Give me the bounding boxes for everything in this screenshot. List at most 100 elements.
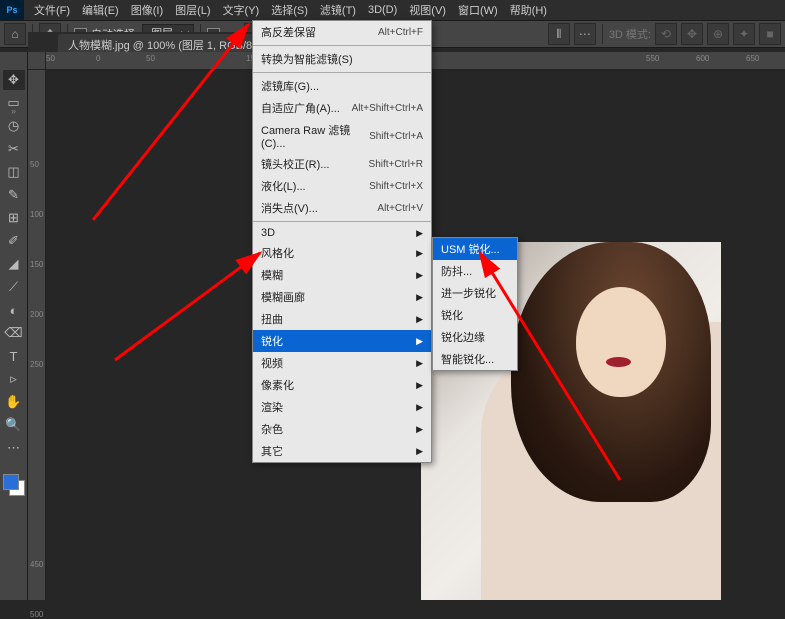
- menu-layer[interactable]: 图层(L): [169, 0, 216, 20]
- filter-menu-item[interactable]: 自适应广角(A)... Alt+Shift+Ctrl+A: [253, 97, 431, 119]
- filter-menu-item[interactable]: 杂色 ▶: [253, 418, 431, 440]
- dolly-icon[interactable]: ⊕: [707, 23, 729, 45]
- eyedropper-tool[interactable]: ✎: [3, 185, 25, 205]
- chevron-right-icon: ▶: [416, 314, 423, 325]
- menu-filter[interactable]: 滤镜(T): [314, 0, 362, 20]
- gradient-tool[interactable]: ◐: [3, 300, 25, 320]
- type-tool[interactable]: T: [3, 346, 25, 366]
- home-icon[interactable]: ⌂: [4, 23, 26, 45]
- menu-select[interactable]: 选择(S): [265, 0, 314, 20]
- app-logo: Ps: [0, 0, 24, 20]
- orbit-icon[interactable]: ⟲: [655, 23, 677, 45]
- filter-menu-item[interactable]: 扭曲▶: [253, 308, 431, 330]
- menu-window[interactable]: 窗口(W): [452, 0, 504, 20]
- sharpen-menu-item[interactable]: 锐化: [433, 304, 517, 326]
- chevron-right-icon: ▶: [416, 402, 423, 413]
- menu-text[interactable]: 文字(Y): [217, 0, 266, 20]
- menubar: Ps 文件(F) 编辑(E) 图像(I) 图层(L) 文字(Y) 选择(S) 滤…: [0, 0, 785, 20]
- menu-item-label: 自适应广角(A)...: [261, 100, 340, 116]
- lasso-tool[interactable]: ◷: [3, 116, 25, 136]
- menu-item-label: 模糊画廊: [261, 289, 305, 305]
- brush-tool[interactable]: ✐: [3, 231, 25, 251]
- chevron-right-icon: ▶: [416, 358, 423, 369]
- history-brush-tool[interactable]: ⟋: [3, 277, 25, 297]
- mode-3d-label: 3D 模式:: [609, 26, 651, 42]
- filter-menu-item[interactable]: Camera Raw 滤镜(C)...Shift+Ctrl+A: [253, 119, 431, 153]
- filter-menu-item[interactable]: 镜头校正(R)... Shift+Ctrl+R: [253, 153, 431, 175]
- sharpen-menu-item[interactable]: 进一步锐化: [433, 282, 517, 304]
- sharpen-submenu: USM 锐化...防抖...进一步锐化锐化锐化边缘智能锐化...: [432, 237, 518, 371]
- tools-panel: » ✥ ▭ ◷ ✂ ◫ ✎ ⊞ ✐ ◢ ⟋ ◐ ⌫ T ▹ ✋ 🔍 ⋯: [0, 52, 28, 600]
- menu-item-label: Camera Raw 滤镜(C)...: [261, 122, 369, 150]
- menu-item-label: 高反差保留: [261, 24, 316, 40]
- more-tool[interactable]: ⋯: [3, 438, 25, 458]
- menu-edit[interactable]: 编辑(E): [76, 0, 125, 20]
- menu-shortcut: Shift+Ctrl+X: [369, 181, 423, 192]
- menu-shortcut: Shift+Ctrl+A: [369, 131, 423, 142]
- menu-item-label: 3D: [261, 227, 275, 239]
- menu-shortcut: Shift+Ctrl+R: [369, 159, 423, 170]
- filter-menu-item[interactable]: 模糊 ▶: [253, 264, 431, 286]
- menu-item-label: 其它: [261, 443, 283, 459]
- filter-dropdown-menu: 高反差保留 Alt+Ctrl+F 转换为智能滤镜(S) 滤镜库(G)... 自适应广角(…: [252, 20, 432, 463]
- heal-tool[interactable]: ⊞: [3, 208, 25, 228]
- filter-menu-item[interactable]: 液化(L)... Shift+Ctrl+X: [253, 175, 431, 197]
- hand-tool[interactable]: ✋: [3, 392, 25, 412]
- stamp-tool[interactable]: ◢: [3, 254, 25, 274]
- menu-item-label: 滤镜库(G)...: [261, 78, 319, 94]
- frame-tool[interactable]: ◫: [3, 162, 25, 182]
- chevron-icon[interactable]: »: [11, 106, 16, 116]
- filter-menu-item[interactable]: 3D▶: [253, 224, 431, 242]
- fg-color[interactable]: [3, 474, 19, 490]
- vertical-ruler[interactable]: 50100150200250450500: [28, 70, 46, 600]
- menu-image[interactable]: 图像(I): [125, 0, 169, 20]
- ruler-corner: [28, 52, 46, 70]
- filter-menu-item[interactable]: 滤镜库(G)...: [253, 75, 431, 97]
- menu-3d[interactable]: 3D(D): [362, 2, 403, 18]
- menu-item-label: 杂色: [261, 421, 283, 437]
- path-tool[interactable]: ▹: [3, 369, 25, 389]
- filter-menu-item[interactable]: 高反差保留 Alt+Ctrl+F: [253, 21, 431, 43]
- chevron-right-icon: ▶: [416, 336, 423, 347]
- distribute-icon[interactable]: ⫴: [548, 23, 570, 45]
- filter-menu-item[interactable]: 转换为智能滤镜(S): [253, 48, 431, 70]
- menu-shortcut: Alt+Shift+Ctrl+A: [352, 103, 423, 114]
- filter-menu-item[interactable]: 视频▶: [253, 352, 431, 374]
- tab-title: 人物模糊.jpg @ 100% (图层 1, RGB/8#) *: [68, 37, 269, 53]
- filter-menu-item[interactable]: 风格化 ▶: [253, 242, 431, 264]
- crop-tool[interactable]: ✂: [3, 139, 25, 159]
- menu-help[interactable]: 帮助(H): [504, 0, 553, 20]
- menu-shortcut: Alt+Ctrl+F: [378, 27, 423, 38]
- menu-file[interactable]: 文件(F): [28, 0, 76, 20]
- zoom-tool[interactable]: 🔍: [3, 415, 25, 435]
- menu-item-label: 液化(L)...: [261, 178, 306, 194]
- chevron-right-icon: ▶: [416, 446, 423, 457]
- filter-menu-item[interactable]: 渲染▶: [253, 396, 431, 418]
- chevron-right-icon: ▶: [416, 248, 423, 259]
- eraser-tool[interactable]: ⌫: [3, 323, 25, 343]
- camera-icon[interactable]: ■: [759, 23, 781, 45]
- menu-view[interactable]: 视图(V): [403, 0, 452, 20]
- filter-menu-item[interactable]: 锐化▶: [253, 330, 431, 352]
- filter-menu-item[interactable]: 像素化▶: [253, 374, 431, 396]
- menu-item-label: 消失点(V)...: [261, 200, 318, 216]
- menu-item-label: 镜头校正(R)...: [261, 156, 329, 172]
- chevron-right-icon: ▶: [416, 270, 423, 281]
- color-swatches[interactable]: [3, 474, 25, 496]
- filter-menu-item[interactable]: 消失点(V)...Alt+Ctrl+V: [253, 197, 431, 219]
- sharpen-menu-item[interactable]: 锐化边缘: [433, 326, 517, 348]
- filter-menu-item[interactable]: 其它 ▶: [253, 440, 431, 462]
- sharpen-menu-item[interactable]: 防抖...: [433, 260, 517, 282]
- menu-separator: [253, 221, 431, 222]
- sharpen-menu-item[interactable]: 智能锐化...: [433, 348, 517, 370]
- menu-item-label: 风格化: [261, 245, 294, 261]
- light-icon[interactable]: ✦: [733, 23, 755, 45]
- filter-menu-item[interactable]: 模糊画廊▶: [253, 286, 431, 308]
- more-icon[interactable]: ⋯: [574, 23, 596, 45]
- pan-icon[interactable]: ✥: [681, 23, 703, 45]
- move-tool[interactable]: ✥: [3, 70, 25, 90]
- chevron-right-icon: ▶: [416, 424, 423, 435]
- chevron-right-icon: ▶: [416, 380, 423, 391]
- menu-item-label: 模糊: [261, 267, 283, 283]
- sharpen-menu-item[interactable]: USM 锐化...: [433, 238, 517, 260]
